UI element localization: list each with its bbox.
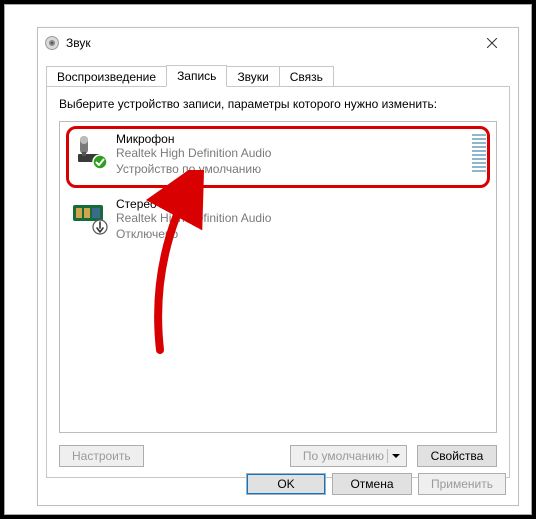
tab-recording[interactable]: Запись — [166, 65, 227, 87]
close-button[interactable] — [472, 29, 512, 57]
disabled-badge-icon — [92, 219, 108, 235]
speaker-icon — [44, 35, 60, 51]
dialog-button-row: OK Отмена Применить — [246, 473, 506, 495]
tabpage-button-row: Настроить По умолчанию Свойства — [59, 445, 497, 467]
configure-button[interactable]: Настроить — [59, 445, 144, 467]
recording-tabpage: Выберите устройство записи, параметры ко… — [46, 86, 510, 478]
microphone-icon — [70, 132, 106, 168]
sound-dialog: Звук Воспроизведение Запись Звуки Связь … — [37, 27, 519, 506]
device-title: Микрофон — [116, 132, 464, 146]
titlebar: Звук — [38, 28, 518, 58]
tab-playback[interactable]: Воспроизведение — [46, 66, 167, 87]
device-driver: Realtek High Definition Audio — [116, 146, 464, 162]
tab-communications[interactable]: Связь — [279, 66, 334, 87]
device-item-microphone[interactable]: Микрофон Realtek High Definition Audio У… — [60, 122, 496, 187]
device-status: Отключено — [116, 227, 486, 243]
window-title: Звук — [66, 36, 91, 50]
instruction-text: Выберите устройство записи, параметры ко… — [47, 87, 509, 117]
cancel-button[interactable]: Отмена — [332, 473, 412, 495]
tab-sounds[interactable]: Звуки — [226, 66, 279, 87]
device-title: Стерео микшер — [116, 197, 486, 211]
check-badge-icon — [92, 154, 108, 170]
device-driver: Realtek High Definition Audio — [116, 211, 486, 227]
ok-button[interactable]: OK — [246, 473, 326, 495]
tab-bar: Воспроизведение Запись Звуки Связь — [38, 62, 518, 86]
level-meter — [472, 134, 486, 172]
apply-button[interactable]: Применить — [418, 473, 506, 495]
device-status: Устройство по умолчанию — [116, 162, 464, 178]
properties-button[interactable]: Свойства — [417, 445, 497, 467]
device-list[interactable]: Микрофон Realtek High Definition Audio У… — [59, 121, 497, 433]
set-default-button[interactable]: По умолчанию — [290, 445, 407, 467]
device-item-stereomix[interactable]: Стерео микшер Realtek High Definition Au… — [60, 187, 496, 252]
soundchip-icon — [70, 197, 106, 233]
screenshot-frame: Звук Воспроизведение Запись Звуки Связь … — [4, 4, 532, 515]
